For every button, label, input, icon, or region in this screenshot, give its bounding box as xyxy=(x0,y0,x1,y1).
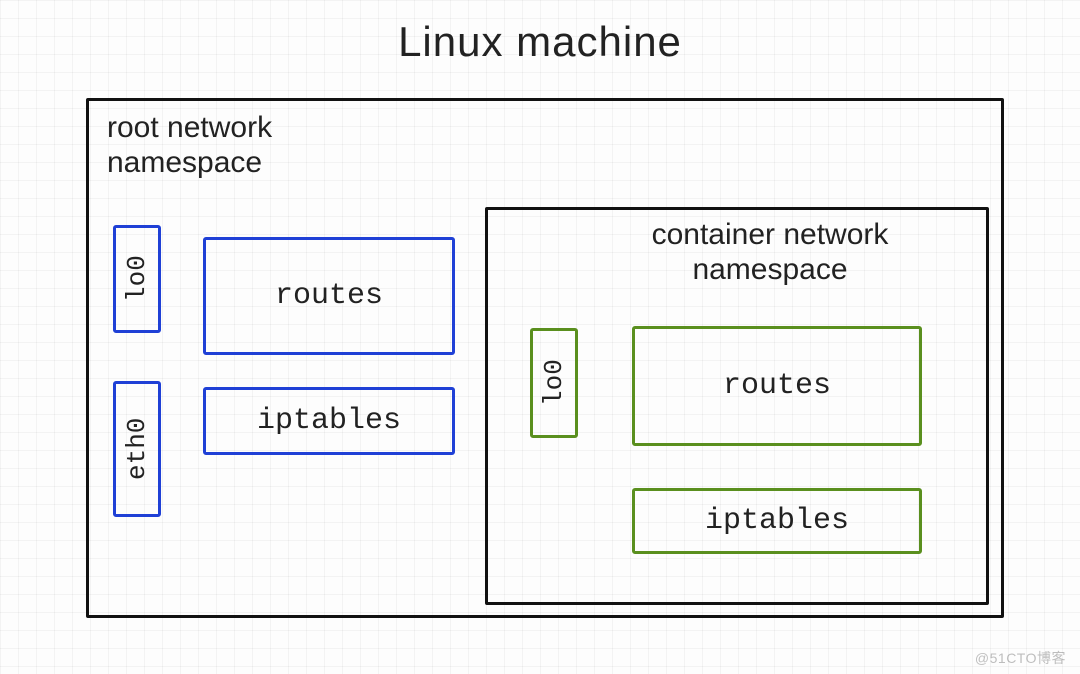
linux-machine-box: root networknamespace lo0 eth0 routes ip… xyxy=(86,98,1004,618)
root-routes-box: routes xyxy=(203,237,455,355)
root-iptables-box: iptables xyxy=(203,387,455,455)
container-interface-lo0: lo0 xyxy=(530,328,578,438)
root-interface-lo0: lo0 xyxy=(113,225,161,333)
container-iptables-box: iptables xyxy=(632,488,922,554)
watermark-text: @51CTO博客 xyxy=(975,648,1066,668)
container-namespace-box: container networknamespace lo0 routes ip… xyxy=(485,207,989,605)
container-namespace-label: container networknamespace xyxy=(590,218,950,287)
root-namespace-label: root networknamespace xyxy=(107,111,272,180)
diagram-title: Linux machine xyxy=(0,18,1080,66)
root-interface-eth0: eth0 xyxy=(113,381,161,517)
container-routes-box: routes xyxy=(632,326,922,446)
